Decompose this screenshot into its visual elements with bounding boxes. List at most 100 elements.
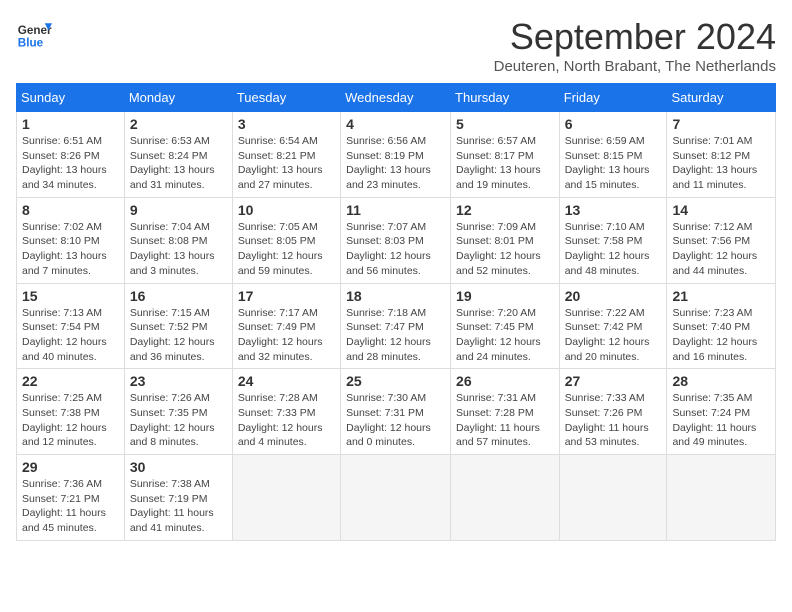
svg-text:Blue: Blue: [18, 37, 44, 50]
day-info: Sunrise: 6:56 AM Sunset: 8:19 PM Dayligh…: [346, 134, 445, 193]
calendar-cell: 17Sunrise: 7:17 AM Sunset: 7:49 PM Dayli…: [232, 283, 340, 369]
calendar-cell: 26Sunrise: 7:31 AM Sunset: 7:28 PM Dayli…: [451, 369, 560, 455]
weekday-header-monday: Monday: [124, 84, 232, 112]
calendar-cell: [559, 455, 667, 541]
day-number: 12: [456, 202, 554, 218]
calendar-cell: 8 Sunrise: 7:02 AM Sunset: 8:10 PM Daylig…: [17, 197, 125, 283]
day-info: Sunrise: 7:09 AM Sunset: 8:01 PM Dayligh…: [456, 220, 554, 279]
day-info: Sunrise: 7:26 AM Sunset: 7:35 PM Dayligh…: [130, 391, 227, 450]
day-info: Sunrise: 6:57 AM Sunset: 8:17 PM Dayligh…: [456, 134, 554, 193]
calendar-row: 1 Sunrise: 6:51 AM Sunset: 8:26 PM Daylig…: [17, 112, 776, 198]
day-number: 3: [238, 116, 335, 132]
day-info: Sunrise: 7:18 AM Sunset: 7:47 PM Dayligh…: [346, 306, 445, 365]
day-info: Sunrise: 6:59 AM Sunset: 8:15 PM Dayligh…: [565, 134, 662, 193]
calendar-cell: 21Sunrise: 7:23 AM Sunset: 7:40 PM Dayli…: [667, 283, 776, 369]
logo-icon: General Blue: [16, 16, 52, 52]
calendar-row: 22 Sunrise: 7:25 AM Sunset: 7:38 PM Dayli…: [17, 369, 776, 455]
calendar-cell: 1 Sunrise: 6:51 AM Sunset: 8:26 PM Daylig…: [17, 112, 125, 198]
calendar-cell: 29 Sunrise: 7:36 AM Sunset: 7:21 PM Dayli…: [17, 455, 125, 541]
calendar-cell: 5 Sunrise: 6:57 AM Sunset: 8:17 PM Daylig…: [451, 112, 560, 198]
day-number: 29: [22, 459, 119, 475]
day-info: Sunrise: 7:22 AM Sunset: 7:42 PM Dayligh…: [565, 306, 662, 365]
title-block: September 2024 Deuteren, North Brabant, …: [494, 16, 776, 75]
calendar-cell: [341, 455, 451, 541]
weekday-header-tuesday: Tuesday: [232, 84, 340, 112]
day-info: Sunrise: 7:25 AM Sunset: 7:38 PM Dayligh…: [22, 391, 119, 450]
day-number: 9: [130, 202, 227, 218]
day-info: Sunrise: 6:53 AM Sunset: 8:24 PM Dayligh…: [130, 134, 227, 193]
calendar-cell: 24 Sunrise: 7:28 AM Sunset: 7:33 PM Dayli…: [232, 369, 340, 455]
day-info: Sunrise: 7:02 AM Sunset: 8:10 PM Dayligh…: [22, 220, 119, 279]
calendar-cell: 9 Sunrise: 7:04 AM Sunset: 8:08 PM Daylig…: [124, 197, 232, 283]
calendar-cell: 2 Sunrise: 6:53 AM Sunset: 8:24 PM Daylig…: [124, 112, 232, 198]
day-number: 7: [672, 116, 770, 132]
day-number: 24: [238, 373, 335, 389]
day-number: 4: [346, 116, 445, 132]
day-number: 20: [565, 288, 662, 304]
day-number: 5: [456, 116, 554, 132]
day-info: Sunrise: 7:04 AM Sunset: 8:08 PM Dayligh…: [130, 220, 227, 279]
day-info: Sunrise: 7:28 AM Sunset: 7:33 PM Dayligh…: [238, 391, 335, 450]
calendar-cell: 19 Sunrise: 7:20 AM Sunset: 7:45 PM Dayli…: [451, 283, 560, 369]
day-number: 18: [346, 288, 445, 304]
day-number: 28: [672, 373, 770, 389]
day-number: 11: [346, 202, 445, 218]
day-info: Sunrise: 7:10 AM Sunset: 7:58 PM Dayligh…: [565, 220, 662, 279]
weekday-header-sunday: Sunday: [17, 84, 125, 112]
day-number: 27: [565, 373, 662, 389]
day-info: Sunrise: 7:12 AM Sunset: 7:56 PM Dayligh…: [672, 220, 770, 279]
calendar-body: 1 Sunrise: 6:51 AM Sunset: 8:26 PM Daylig…: [17, 112, 776, 541]
day-info: Sunrise: 7:20 AM Sunset: 7:45 PM Dayligh…: [456, 306, 554, 365]
calendar-cell: [667, 455, 776, 541]
day-number: 23: [130, 373, 227, 389]
calendar-cell: 25Sunrise: 7:30 AM Sunset: 7:31 PM Dayli…: [341, 369, 451, 455]
calendar-cell: 22 Sunrise: 7:25 AM Sunset: 7:38 PM Dayli…: [17, 369, 125, 455]
day-number: 6: [565, 116, 662, 132]
day-info: Sunrise: 7:17 AM Sunset: 7:49 PM Dayligh…: [238, 306, 335, 365]
calendar-cell: 27Sunrise: 7:33 AM Sunset: 7:26 PM Dayli…: [559, 369, 667, 455]
day-info: Sunrise: 7:15 AM Sunset: 7:52 PM Dayligh…: [130, 306, 227, 365]
calendar-row: 8 Sunrise: 7:02 AM Sunset: 8:10 PM Daylig…: [17, 197, 776, 283]
day-info: Sunrise: 6:54 AM Sunset: 8:21 PM Dayligh…: [238, 134, 335, 193]
day-number: 15: [22, 288, 119, 304]
day-number: 22: [22, 373, 119, 389]
day-number: 10: [238, 202, 335, 218]
calendar-row: 15 Sunrise: 7:13 AM Sunset: 7:54 PM Dayli…: [17, 283, 776, 369]
calendar-cell: 7Sunrise: 7:01 AM Sunset: 8:12 PM Daylig…: [667, 112, 776, 198]
day-info: Sunrise: 7:13 AM Sunset: 7:54 PM Dayligh…: [22, 306, 119, 365]
calendar-cell: 6 Sunrise: 6:59 AM Sunset: 8:15 PM Daylig…: [559, 112, 667, 198]
month-title: September 2024: [494, 16, 776, 58]
calendar-cell: 15 Sunrise: 7:13 AM Sunset: 7:54 PM Dayli…: [17, 283, 125, 369]
weekday-header-thursday: Thursday: [451, 84, 560, 112]
day-info: Sunrise: 7:05 AM Sunset: 8:05 PM Dayligh…: [238, 220, 335, 279]
calendar-cell: [232, 455, 340, 541]
day-number: 30: [130, 459, 227, 475]
calendar-cell: 20 Sunrise: 7:22 AM Sunset: 7:42 PM Dayli…: [559, 283, 667, 369]
day-number: 16: [130, 288, 227, 304]
calendar-table: SundayMondayTuesdayWednesdayThursdayFrid…: [16, 83, 776, 541]
day-number: 2: [130, 116, 227, 132]
day-number: 1: [22, 116, 119, 132]
day-number: 8: [22, 202, 119, 218]
calendar-cell: 28Sunrise: 7:35 AM Sunset: 7:24 PM Dayli…: [667, 369, 776, 455]
day-info: Sunrise: 7:36 AM Sunset: 7:21 PM Dayligh…: [22, 477, 119, 536]
logo: General Blue: [16, 16, 52, 52]
calendar-cell: 13 Sunrise: 7:10 AM Sunset: 7:58 PM Dayli…: [559, 197, 667, 283]
calendar-cell: 3 Sunrise: 6:54 AM Sunset: 8:21 PM Daylig…: [232, 112, 340, 198]
weekday-header-row: SundayMondayTuesdayWednesdayThursdayFrid…: [17, 84, 776, 112]
day-number: 13: [565, 202, 662, 218]
day-number: 19: [456, 288, 554, 304]
weekday-header-saturday: Saturday: [667, 84, 776, 112]
calendar-cell: 10 Sunrise: 7:05 AM Sunset: 8:05 PM Dayli…: [232, 197, 340, 283]
calendar-cell: 30 Sunrise: 7:38 AM Sunset: 7:19 PM Dayli…: [124, 455, 232, 541]
calendar-cell: 11 Sunrise: 7:07 AM Sunset: 8:03 PM Dayli…: [341, 197, 451, 283]
page-header: General Blue September 2024 Deuteren, No…: [16, 16, 776, 75]
day-info: Sunrise: 7:38 AM Sunset: 7:19 PM Dayligh…: [130, 477, 227, 536]
day-info: Sunrise: 7:07 AM Sunset: 8:03 PM Dayligh…: [346, 220, 445, 279]
day-number: 14: [672, 202, 770, 218]
day-info: Sunrise: 6:51 AM Sunset: 8:26 PM Dayligh…: [22, 134, 119, 193]
day-number: 26: [456, 373, 554, 389]
location-subtitle: Deuteren, North Brabant, The Netherlands: [494, 58, 776, 75]
calendar-cell: 4 Sunrise: 6:56 AM Sunset: 8:19 PM Daylig…: [341, 112, 451, 198]
calendar-cell: 16 Sunrise: 7:15 AM Sunset: 7:52 PM Dayli…: [124, 283, 232, 369]
